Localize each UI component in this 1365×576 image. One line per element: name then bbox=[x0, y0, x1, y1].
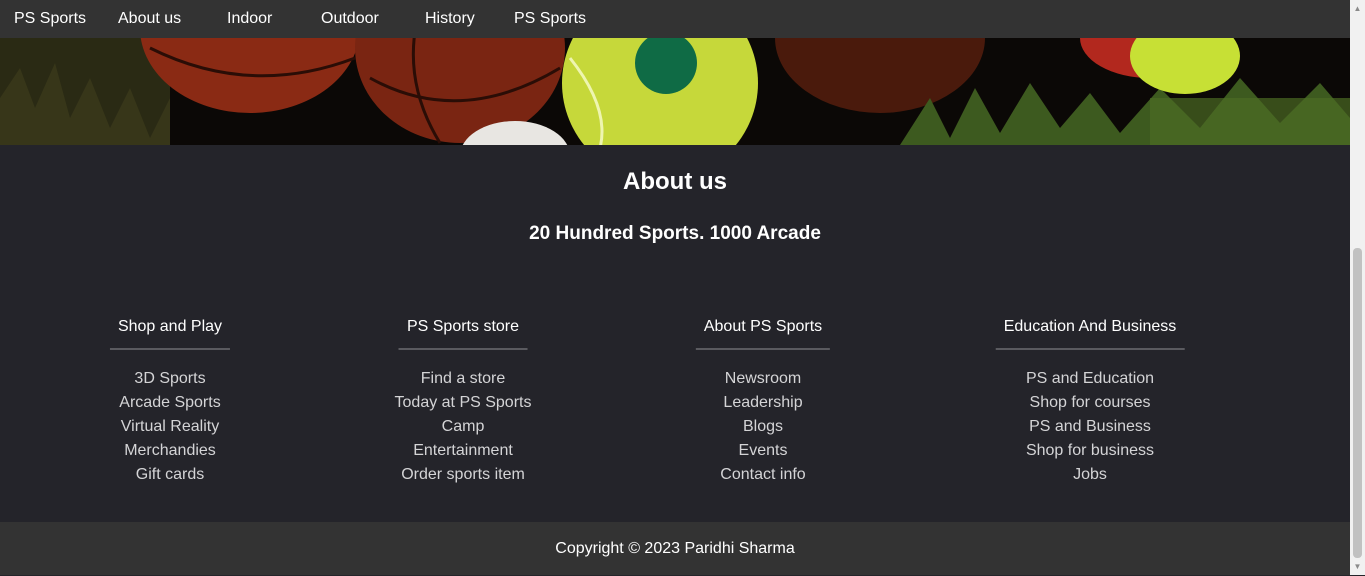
footer-link[interactable]: 3D Sports bbox=[110, 367, 230, 391]
footer-link[interactable]: Arcade Sports bbox=[110, 391, 230, 415]
copyright-bar: Copyright © 2023 Paridhi Sharma bbox=[0, 522, 1350, 575]
footer-column-heading: About PS Sports bbox=[695, 316, 831, 350]
footer-link[interactable]: Virtual Reality bbox=[110, 415, 230, 439]
footer-link[interactable]: Jobs bbox=[996, 463, 1185, 487]
footer-link[interactable]: Today at PS Sports bbox=[395, 391, 532, 415]
scroll-thumb[interactable] bbox=[1353, 248, 1362, 558]
footer-link[interactable]: PS and Business bbox=[996, 415, 1185, 439]
footer-column-about: About PS Sports Newsroom Leadership Blog… bbox=[695, 316, 831, 487]
footer-column-heading: Education And Business bbox=[995, 316, 1185, 350]
footer-link[interactable]: Events bbox=[696, 439, 830, 463]
about-subtitle: 20 Hundred Sports. 1000 Arcade bbox=[529, 223, 821, 244]
footer-link[interactable]: Contact info bbox=[696, 463, 830, 487]
hero-sports-balls-image bbox=[0, 38, 1350, 145]
scroll-up-arrow-icon[interactable]: ▲ bbox=[1350, 0, 1365, 17]
footer-column-heading: Shop and Play bbox=[109, 316, 231, 350]
footer-column-education-business: Education And Business PS and Education … bbox=[995, 316, 1185, 487]
footer-link[interactable]: Gift cards bbox=[110, 463, 230, 487]
footer-column-shop-and-play: Shop and Play 3D Sports Arcade Sports Vi… bbox=[109, 316, 231, 487]
nav-about-link[interactable]: About us bbox=[118, 0, 181, 38]
footer-link[interactable]: Find a store bbox=[395, 367, 532, 391]
nav-history-link[interactable]: History bbox=[425, 0, 475, 38]
footer-link[interactable]: Entertainment bbox=[395, 439, 532, 463]
footer-link[interactable]: Shop for business bbox=[996, 439, 1185, 463]
copyright-text: Copyright © 2023 Paridhi Sharma bbox=[555, 540, 795, 557]
top-navbar: PS Sports About us Indoor Outdoor Histor… bbox=[0, 0, 1350, 38]
footer-link[interactable]: Camp bbox=[395, 415, 532, 439]
footer-link[interactable]: Blogs bbox=[696, 415, 830, 439]
vertical-scrollbar[interactable]: ▲ ▼ bbox=[1350, 0, 1365, 575]
footer-column-heading: PS Sports store bbox=[398, 316, 528, 350]
footer-column-store: PS Sports store Find a store Today at PS… bbox=[395, 316, 532, 487]
footer-link[interactable]: Newsroom bbox=[696, 367, 830, 391]
footer-link[interactable]: Shop for courses bbox=[996, 391, 1185, 415]
nav-ps-sports-link[interactable]: PS Sports bbox=[514, 0, 586, 38]
footer-link[interactable]: Merchandies bbox=[110, 439, 230, 463]
footer-link[interactable]: Order sports item bbox=[395, 463, 532, 487]
about-title: About us bbox=[623, 168, 727, 195]
nav-outdoor-link[interactable]: Outdoor bbox=[321, 0, 379, 38]
nav-indoor-link[interactable]: Indoor bbox=[227, 0, 272, 38]
scroll-down-arrow-icon[interactable]: ▼ bbox=[1350, 558, 1365, 575]
footer-link[interactable]: PS and Education bbox=[996, 367, 1185, 391]
nav-brand-link[interactable]: PS Sports bbox=[14, 0, 86, 38]
footer-link[interactable]: Leadership bbox=[696, 391, 830, 415]
